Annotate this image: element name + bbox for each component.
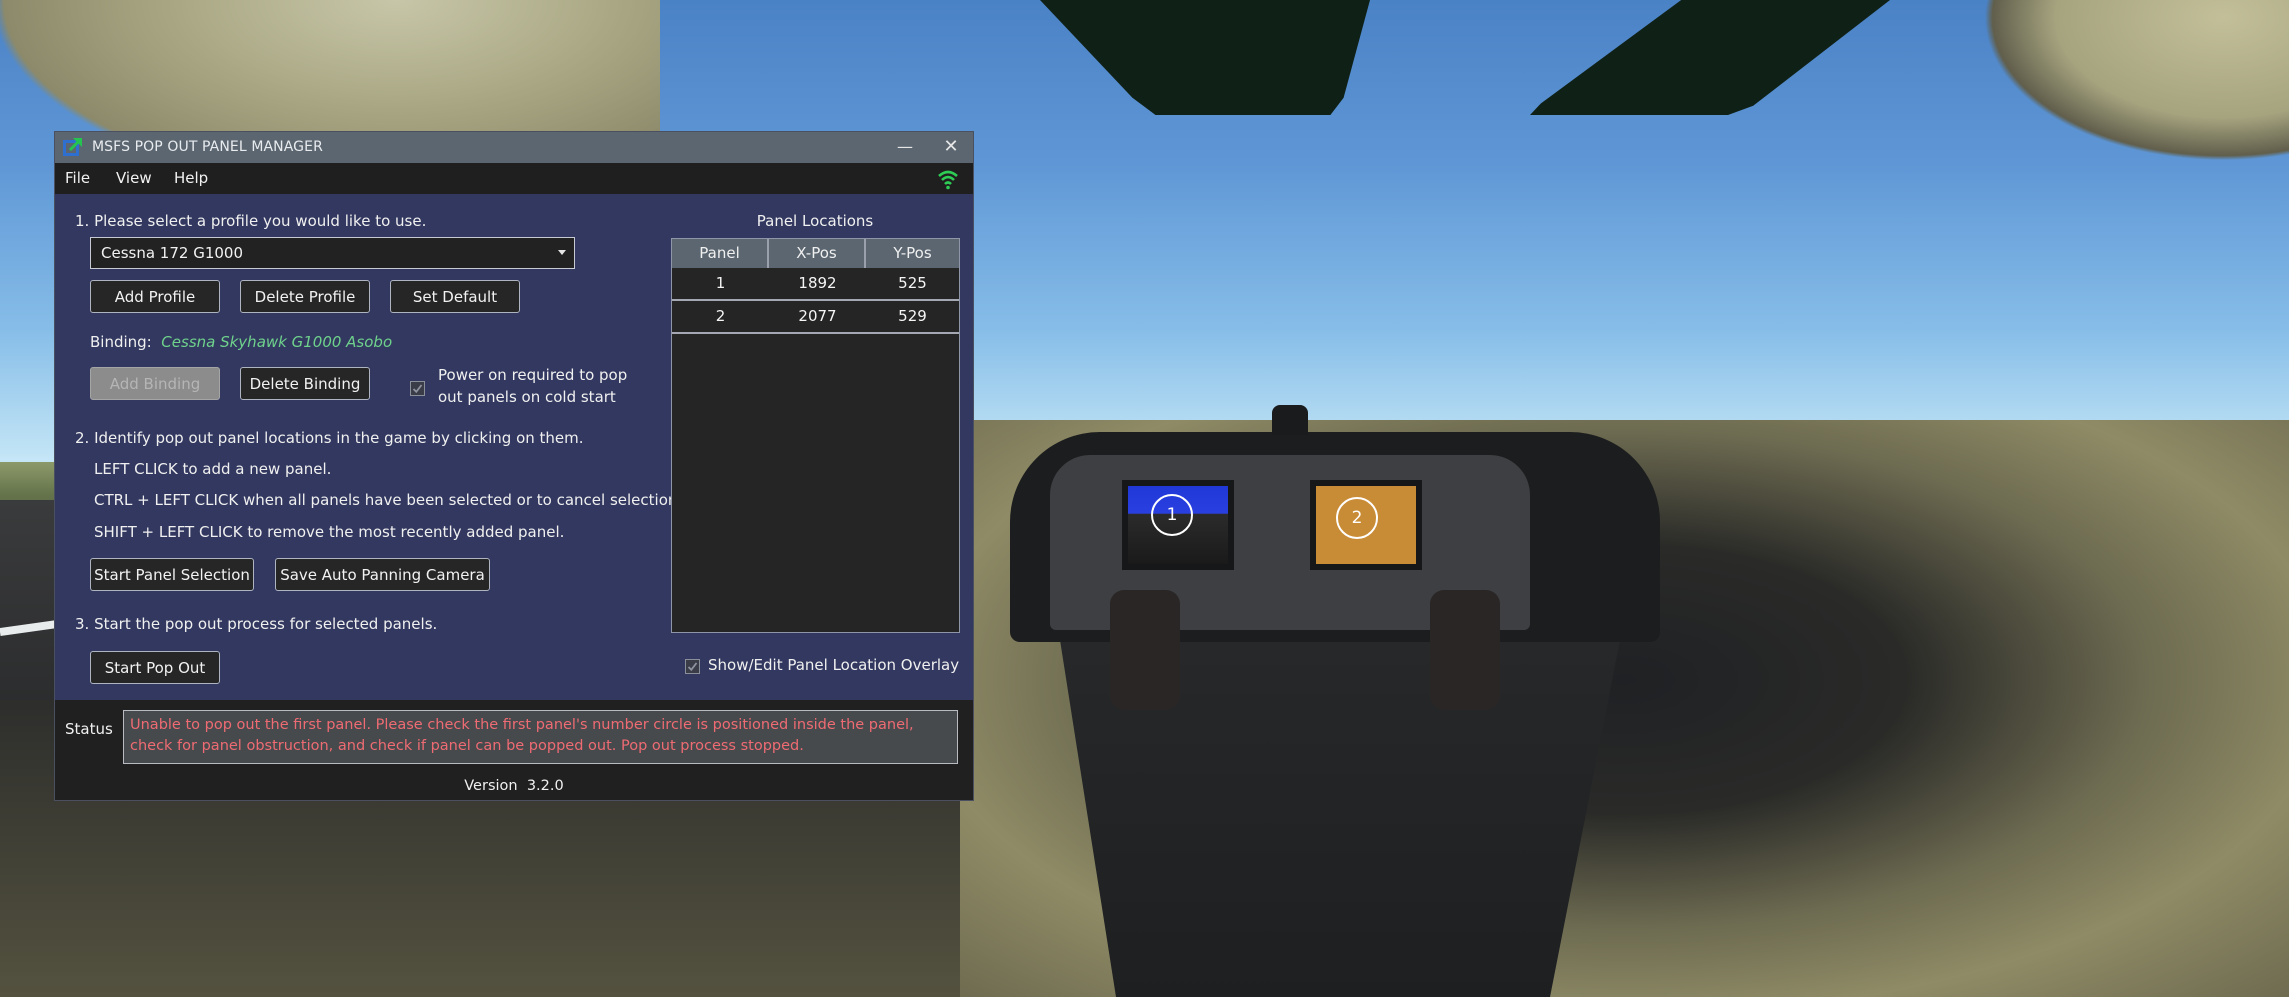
checkmark-icon	[412, 384, 423, 394]
version-text: Version 3.2.0	[55, 778, 973, 794]
wifi-icon	[938, 170, 958, 190]
app-logo-icon	[63, 138, 82, 156]
power-on-required-label: Power on required to pop out panels on c…	[438, 364, 627, 408]
status-label: Status	[65, 720, 113, 738]
checkmark-icon	[687, 662, 698, 672]
status-message: Unable to pop out the first panel. Pleas…	[123, 710, 958, 764]
table-row[interactable]: 2 2077 529	[672, 301, 959, 334]
cell-y-pos: 529	[898, 307, 927, 325]
add-binding-button: Add Binding	[90, 367, 220, 400]
table-row[interactable]: 1 1892 525	[672, 268, 959, 301]
menu-help[interactable]: Help	[174, 169, 208, 187]
status-area: Status Unable to pop out the first panel…	[55, 700, 973, 800]
delete-profile-button[interactable]: Delete Profile	[240, 280, 370, 313]
step1-heading: 1. Please select a profile you would lik…	[75, 212, 427, 230]
panel-location-circle-1[interactable]: 1	[1151, 494, 1193, 536]
app-window: MSFS POP OUT PANEL MANAGER — ✕ File View…	[55, 132, 973, 800]
menu-bar: File View Help	[55, 163, 973, 194]
column-header-panel[interactable]: Panel	[672, 239, 769, 268]
profile-select-value: Cessna 172 G1000	[101, 244, 243, 262]
column-header-y-pos[interactable]: Y-Pos	[866, 239, 959, 268]
wing-right	[1960, 0, 2289, 175]
menu-file[interactable]: File	[65, 169, 90, 187]
title-bar[interactable]: MSFS POP OUT PANEL MANAGER — ✕	[55, 132, 973, 163]
instruction-left-click: LEFT CLICK to add a new panel.	[94, 460, 332, 478]
show-edit-overlay-checkbox[interactable]	[685, 659, 700, 674]
binding-value: Cessna Skyhawk G1000 Asobo	[161, 333, 393, 351]
cell-panel: 1	[715, 274, 726, 292]
step3-heading: 3. Start the pop out process for selecte…	[75, 615, 438, 633]
delete-binding-button[interactable]: Delete Binding	[240, 367, 370, 400]
version-label: Version	[464, 778, 518, 794]
chevron-down-icon	[558, 250, 566, 255]
set-default-button[interactable]: Set Default	[390, 280, 520, 313]
binding-label: Binding:	[90, 333, 152, 351]
compass	[1272, 405, 1308, 435]
binding-row: Binding: Cessna Skyhawk G1000 Asobo	[90, 333, 392, 351]
cell-y-pos: 525	[898, 274, 927, 292]
version-value: 3.2.0	[526, 778, 564, 794]
column-header-x-pos[interactable]: X-Pos	[769, 239, 866, 268]
panel-locations-title: Panel Locations	[756, 212, 874, 230]
yoke-left	[1110, 590, 1180, 710]
window-title: MSFS POP OUT PANEL MANAGER	[92, 139, 323, 155]
cell-x-pos: 1892	[798, 274, 837, 292]
profile-select[interactable]: Cessna 172 G1000	[90, 237, 575, 269]
save-auto-panning-camera-button[interactable]: Save Auto Panning Camera	[275, 558, 490, 591]
panel-locations-table[interactable]: Panel X-Pos Y-Pos 1 1892 525 2 2077 529	[671, 238, 960, 633]
panel-location-circle-2[interactable]: 2	[1336, 497, 1378, 539]
menu-view[interactable]: View	[116, 169, 152, 187]
power-on-label-line2: out panels on cold start	[438, 388, 616, 406]
instruction-shift-click: SHIFT + LEFT CLICK to remove the most re…	[94, 523, 565, 541]
power-on-required-checkbox[interactable]	[410, 381, 425, 396]
cell-panel: 2	[715, 307, 726, 325]
start-panel-selection-button[interactable]: Start Panel Selection	[90, 558, 254, 591]
close-button[interactable]: ✕	[931, 132, 971, 163]
instruction-ctrl-click: CTRL + LEFT CLICK when all panels have b…	[94, 491, 690, 509]
show-edit-overlay-label: Show/Edit Panel Location Overlay	[708, 656, 960, 674]
minimize-button[interactable]: —	[885, 132, 925, 163]
add-profile-button[interactable]: Add Profile	[90, 280, 220, 313]
power-on-label-line1: Power on required to pop	[438, 366, 628, 384]
step2-heading: 2. Identify pop out panel locations in t…	[75, 429, 584, 447]
yoke-right	[1430, 590, 1500, 710]
start-pop-out-button[interactable]: Start Pop Out	[90, 651, 220, 684]
cell-x-pos: 2077	[798, 307, 837, 325]
table-header: Panel X-Pos Y-Pos	[672, 239, 959, 268]
